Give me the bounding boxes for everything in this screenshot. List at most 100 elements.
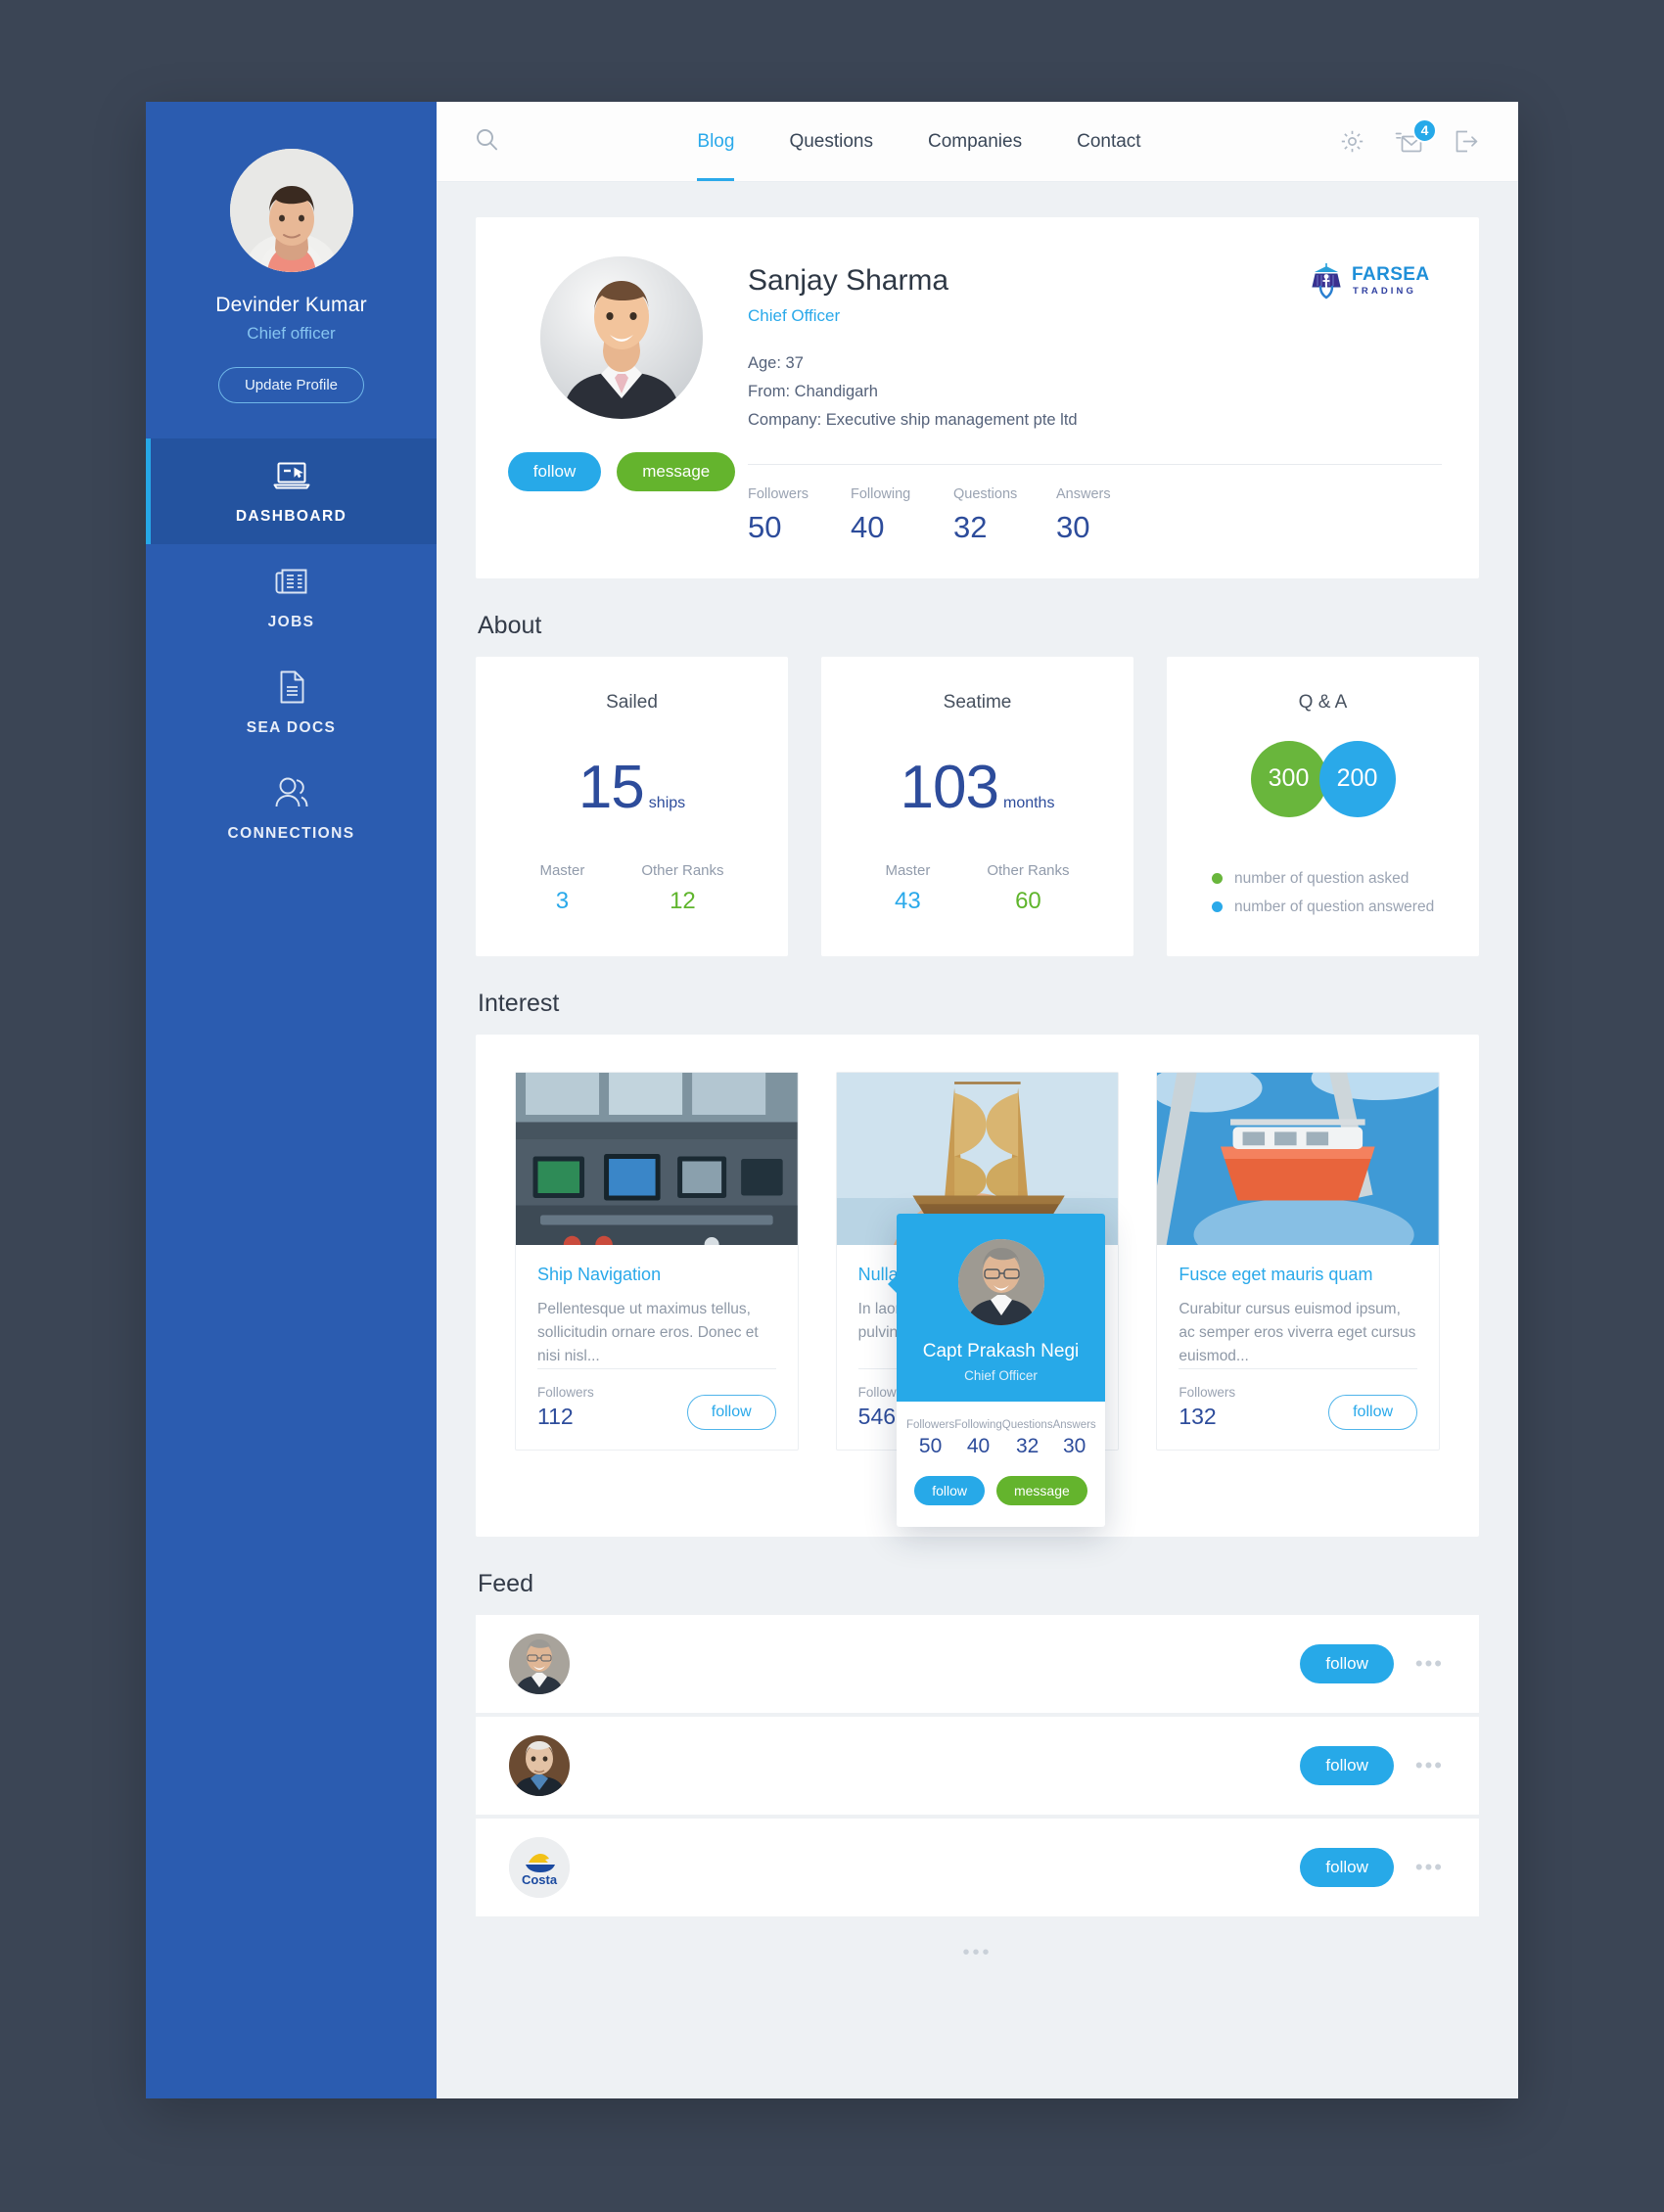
interest-footer: Followers 132 follow — [1179, 1367, 1418, 1450]
profile-hover-popup: Capt Prakash Negi Chief Officer Follower… — [888, 1214, 1105, 1527]
more-options-icon[interactable]: ••• — [1415, 1753, 1444, 1778]
about-card-qa: Q & A 300 200 number of question asked n… — [1167, 656, 1479, 956]
avatar — [229, 149, 353, 272]
main-area: Blog Questions Companies Contact 4 follo… — [437, 102, 1518, 2098]
stat-label: Answers — [1056, 485, 1111, 502]
top-icon-group: 4 — [1340, 117, 1479, 155]
profile-from: From: Chandigarh — [748, 382, 878, 400]
popup-name: Capt Prakash Negi — [922, 1341, 1080, 1361]
gear-icon[interactable] — [1340, 129, 1364, 154]
popup-role: Chief Officer — [964, 1368, 1038, 1383]
followers-value: 112 — [537, 1403, 574, 1429]
app-window: Devinder Kumar Chief officer Update Prof… — [146, 102, 1518, 2098]
card-title: Seatime — [943, 691, 1012, 713]
qa-asked-bubble: 300 — [1250, 740, 1327, 817]
breakdown-value: 60 — [1015, 887, 1041, 914]
card-title: Q & A — [1298, 691, 1348, 713]
profile-age: Age: 37 — [748, 354, 804, 372]
follow-button[interactable]: follow — [1328, 1394, 1418, 1430]
profile-card: follow message Sanjay Sharma Chief Offic… — [476, 217, 1479, 578]
content-scroll: follow message Sanjay Sharma Chief Offic… — [437, 182, 1518, 1964]
follow-button[interactable]: follow — [507, 452, 602, 491]
stat-value: 40 — [966, 1435, 991, 1457]
metric-value: 15 — [578, 753, 645, 821]
popup-actions: follow message — [897, 1458, 1105, 1527]
profile-actions: follow message — [507, 452, 736, 491]
profile-role: Chief Officer — [748, 306, 841, 325]
profile-stats: Followers 50 Following 40 Questions 32 A… — [748, 465, 1442, 545]
profile-company: Company: Executive ship management pte l… — [748, 410, 1078, 429]
table-row[interactable]: Costa follow ••• — [476, 1818, 1479, 1917]
breakdown-label: Other Ranks — [987, 861, 1070, 879]
table-row[interactable]: follow ••• — [476, 1716, 1479, 1816]
sidebar-item-dashboard[interactable]: DASHBOARD — [146, 438, 437, 544]
interest-title[interactable]: Fusce eget mauris quam — [1179, 1265, 1417, 1285]
mail-icon[interactable]: 4 — [1394, 117, 1437, 155]
more-options-icon[interactable]: ••• — [1415, 1855, 1444, 1880]
breakdown-value: 3 — [555, 887, 570, 914]
sidebar-profile: Devinder Kumar Chief officer Update Prof… — [146, 102, 437, 438]
legend-label: number of question asked — [1234, 869, 1410, 887]
interest-desc: Curabitur cursus euismod ipsum, ac sempe… — [1179, 1300, 1416, 1364]
feed-pager[interactable]: ••• — [476, 1920, 1479, 1964]
follow-button[interactable]: follow — [686, 1394, 776, 1430]
search-icon[interactable] — [476, 128, 498, 156]
qa-bubble-chart: 300 200 — [1250, 740, 1396, 817]
breakdown-other-ranks: Other Ranks 60 — [987, 862, 1069, 915]
tab-contact[interactable]: Contact — [1049, 102, 1168, 181]
card-title: Sailed — [606, 691, 658, 713]
sidebar-user-name: Devinder Kumar — [215, 294, 367, 316]
popup-stat-following: Following 40 — [954, 1419, 1002, 1458]
follow-button[interactable]: follow — [1300, 1643, 1394, 1683]
followers-value: 132 — [1179, 1403, 1217, 1429]
table-row[interactable]: follow ••• — [476, 1614, 1479, 1714]
breakdown-other-ranks: Other Ranks 12 — [641, 862, 723, 915]
popup-follow-button[interactable]: follow — [914, 1476, 985, 1505]
interest-card-3[interactable]: Fusce eget mauris quam Curabitur cursus … — [1156, 1071, 1441, 1451]
sidebar-user-role: Chief officer — [247, 324, 336, 343]
follow-button[interactable]: follow — [1300, 1745, 1394, 1785]
followers-label: Followers — [537, 1384, 594, 1400]
top-nav: Blog Questions Companies Contact — [670, 102, 1168, 181]
popup-header: Capt Prakash Negi Chief Officer — [888, 1214, 1105, 1402]
update-profile-button[interactable]: Update Profile — [217, 367, 365, 403]
feed-row-actions: follow ••• — [1300, 1745, 1444, 1785]
tab-companies[interactable]: Companies — [901, 102, 1049, 181]
capt-prakash-negi-photo — [957, 1239, 1044, 1325]
popup-stat-answers: Answers 30 — [1053, 1419, 1096, 1458]
older-man-photo — [509, 1734, 570, 1796]
profile-meta: Age: 37 From: Chandigarh Company: Execut… — [748, 349, 1442, 435]
sidebar-item-sea-docs[interactable]: SEA DOCS — [146, 650, 437, 756]
top-bar: Blog Questions Companies Contact 4 — [437, 102, 1518, 182]
more-options-icon[interactable]: ••• — [1415, 1651, 1444, 1677]
message-button[interactable]: message — [617, 452, 736, 491]
breakdown-value: 12 — [670, 887, 696, 914]
svg-text:TRADING: TRADING — [1353, 286, 1416, 297]
breakdown-label: Master — [539, 861, 585, 879]
metric-unit: ships — [648, 794, 686, 811]
popup-message-button[interactable]: message — [995, 1476, 1087, 1505]
breakdown-value: 43 — [895, 887, 921, 914]
sidebar-item-label: SEA DOCS — [246, 719, 337, 736]
logout-icon[interactable] — [1454, 129, 1479, 154]
tab-questions[interactable]: Questions — [762, 102, 901, 181]
sidebar-item-connections[interactable]: CONNECTIONS — [146, 756, 437, 861]
section-title-about: About — [478, 611, 542, 639]
card-breakdown: Master 3 Other Ranks 12 — [539, 862, 723, 915]
popup-stat-followers: Followers 50 — [906, 1419, 954, 1458]
sidebar-item-jobs[interactable]: JOBS — [146, 544, 437, 650]
profile-left: follow message — [507, 251, 736, 545]
stat-label: Following — [851, 485, 911, 502]
stat-label: Following — [954, 1419, 1002, 1431]
follow-button[interactable]: follow — [1300, 1847, 1394, 1887]
costa-logo: Costa — [509, 1836, 570, 1898]
svg-text:FARSEA: FARSEA — [1352, 264, 1429, 285]
interest-card-1[interactable]: Ship Navigation Pellentesque ut maximus … — [515, 1071, 799, 1451]
mail-badge: 4 — [1411, 117, 1437, 143]
tab-blog[interactable]: Blog — [670, 102, 762, 181]
card-metric: 103 months — [901, 753, 1055, 822]
stat-label: Questions — [1001, 1419, 1053, 1431]
interest-title[interactable]: Ship Navigation — [537, 1265, 776, 1285]
section-title-interest: Interest — [478, 989, 560, 1017]
stat-value: 50 — [918, 1435, 943, 1457]
